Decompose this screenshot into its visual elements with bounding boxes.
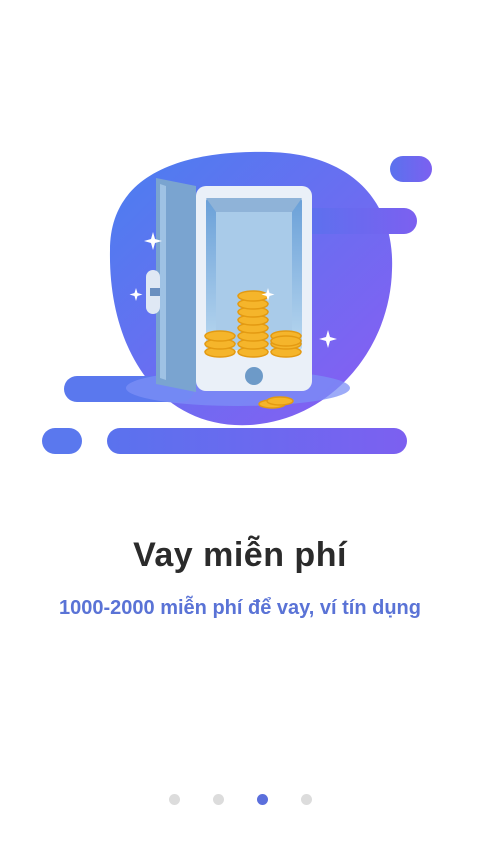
slide-subtitle: 1000-2000 miễn phí để vay, ví tín dụng [59, 597, 421, 619]
page-indicator [0, 794, 480, 805]
page-dot-2[interactable] [212, 794, 224, 805]
page-dot-3[interactable] [256, 794, 268, 805]
page-dot-4[interactable] [300, 794, 312, 805]
safe-with-coins-icon [0, 0, 480, 480]
page-dot-1[interactable] [168, 794, 180, 805]
slide-title: Vay miễn phí [133, 536, 347, 574]
